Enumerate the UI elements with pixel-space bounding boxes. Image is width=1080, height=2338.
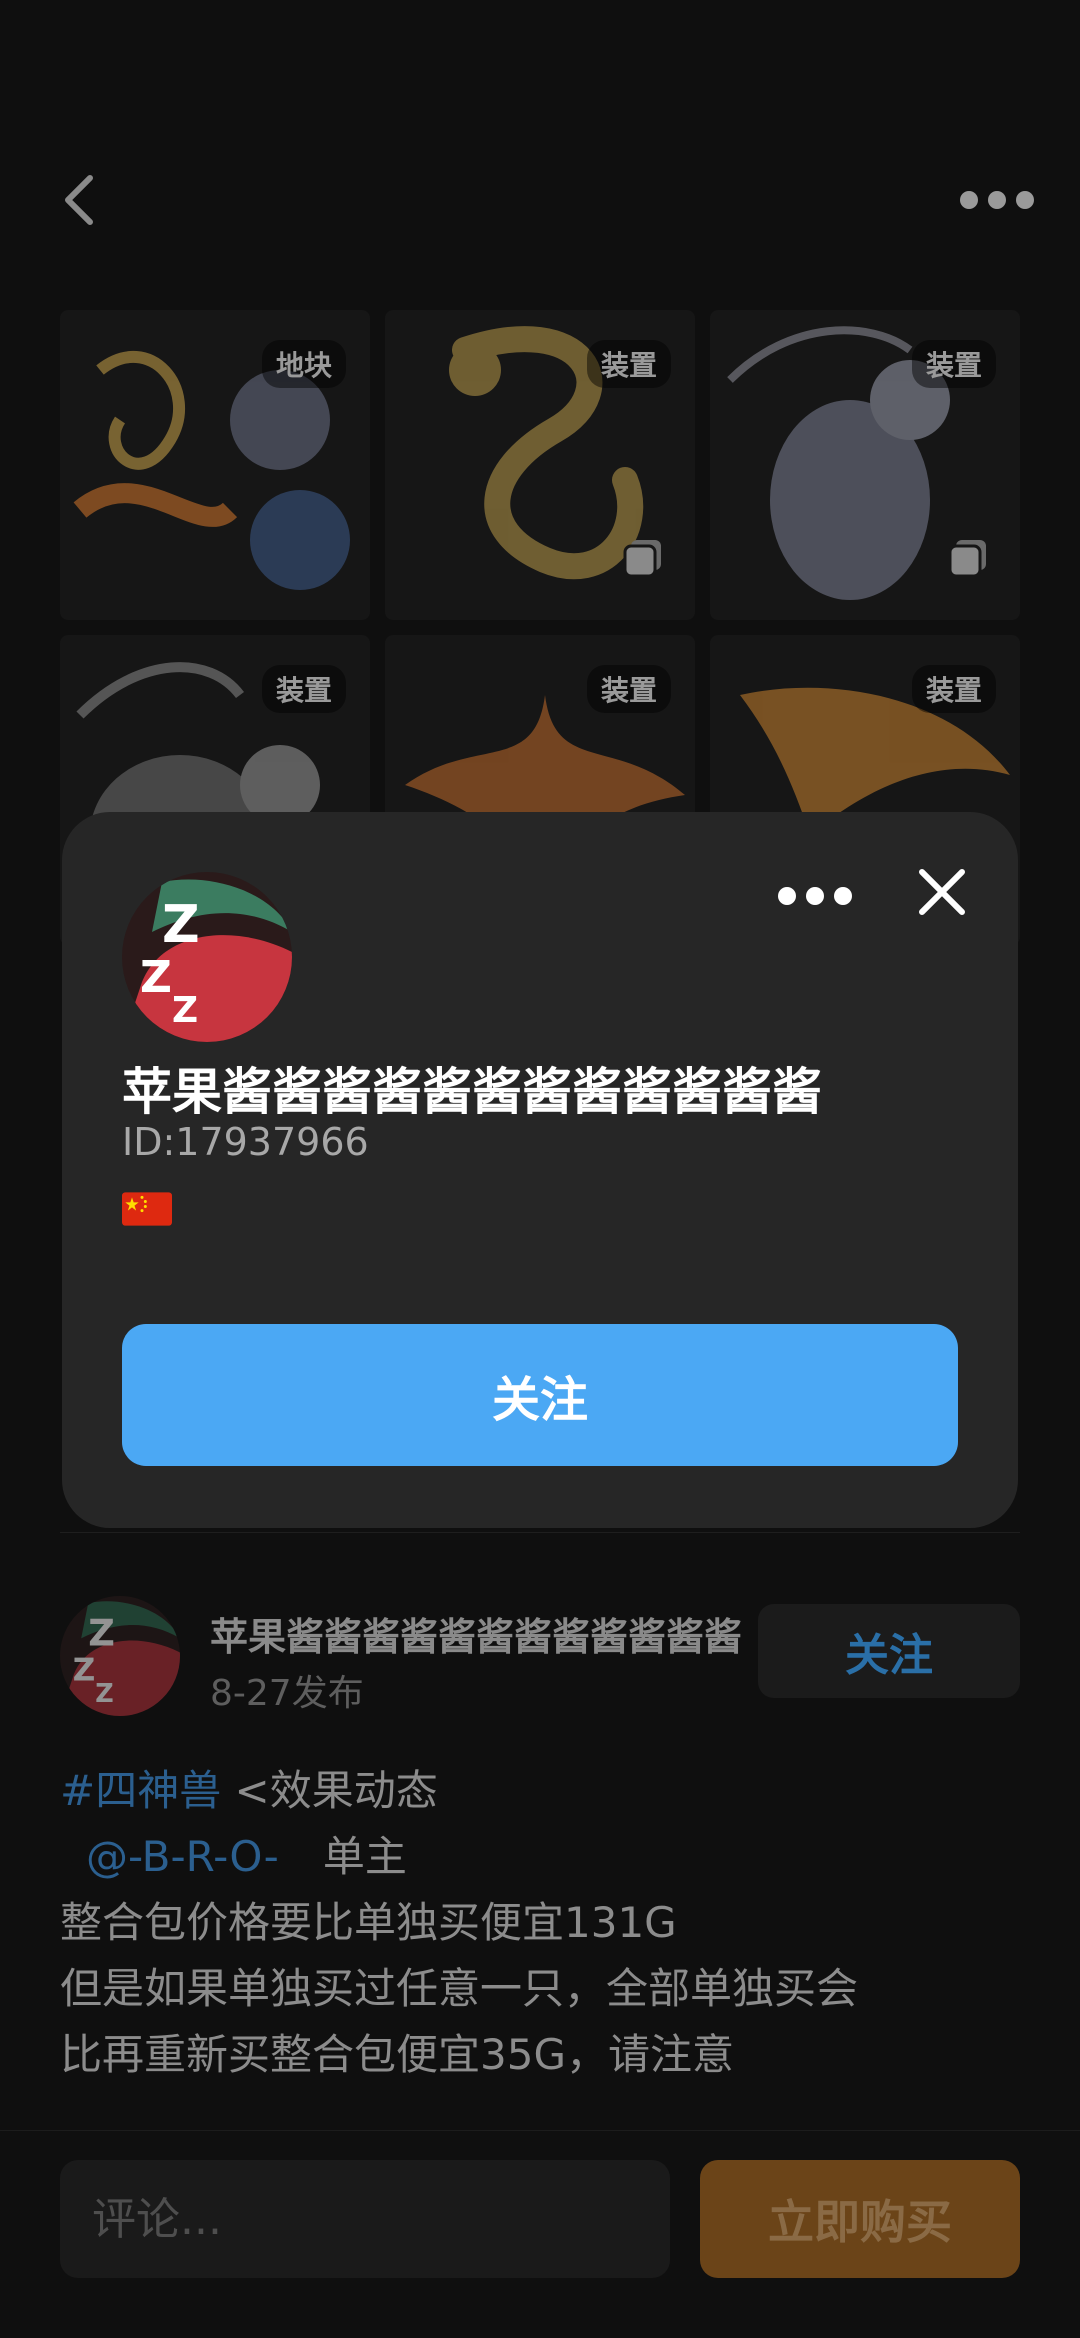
post-text: 单主 <box>322 1832 407 1881</box>
avatar[interactable]: Z Z Z <box>122 872 292 1042</box>
user-profile-card: Z Z Z 苹果酱酱酱酱酱酱酱酱酱酱酱酱 ID:17937966 关注 <box>62 812 1018 1528</box>
post-line: #四神兽 <效果动态 <box>60 1758 1020 1824</box>
svg-text:Z: Z <box>162 895 200 955</box>
tile-tag: 地块 <box>261 340 346 388</box>
post-body: #四神兽 <效果动态 @-B-R-O- 单主 整合包价格要比单独买便宜131G 但… <box>60 1758 1020 2088</box>
tile-tag: 装置 <box>261 665 346 713</box>
grid-tile[interactable]: 地块 <box>60 310 370 620</box>
post-text: <效果动态 <box>221 1766 438 1815</box>
china-flag-icon <box>122 1192 172 1226</box>
divider <box>0 2130 1080 2131</box>
post-line: @-B-R-O- 单主 <box>60 1824 1020 1890</box>
svg-text:Z: Z <box>73 1653 96 1689</box>
divider <box>60 1532 1020 1533</box>
user-name: 苹果酱酱酱酱酱酱酱酱酱酱酱酱 <box>122 1063 822 1121</box>
post-line: 比再重新买整合包便宜35G，请注意 <box>60 2030 734 2079</box>
grid-tile[interactable]: 装置 <box>710 310 1020 620</box>
avatar[interactable]: Z Z Z <box>60 1596 180 1716</box>
tile-tag: 装置 <box>586 665 671 713</box>
user-id: ID:17937966 <box>122 1120 369 1164</box>
more-icon[interactable] <box>778 884 854 908</box>
svg-text:Z: Z <box>172 990 198 1031</box>
tile-tag: 装置 <box>586 340 671 388</box>
buy-now-button[interactable]: 立即购买 <box>700 2160 1020 2278</box>
author-name[interactable]: 苹果酱酱酱酱酱酱酱酱酱酱酱酱 <box>210 1606 770 1661</box>
top-bar <box>0 150 1080 250</box>
tile-tag: 装置 <box>911 340 996 388</box>
svg-text:Z: Z <box>88 1611 115 1654</box>
svg-text:Z: Z <box>140 952 172 1003</box>
follow-button[interactable]: 关注 <box>758 1604 1020 1698</box>
collection-icon <box>623 540 661 578</box>
grid-tile[interactable]: 装置 <box>385 310 695 620</box>
comment-input[interactable] <box>60 2160 670 2278</box>
page: 地块 装置 装置 装置 装置 装置 Z Z Z 苹果酱酱酱酱酱酱酱酱酱酱酱酱 8… <box>0 0 1080 2338</box>
post-line: 整合包价格要比单独买便宜131G <box>60 1898 677 1947</box>
mention-link[interactable]: @-B-R-O- <box>86 1832 279 1881</box>
svg-text:Z: Z <box>95 1678 113 1708</box>
tile-tag: 装置 <box>911 665 996 713</box>
more-icon[interactable] <box>960 185 1040 215</box>
author-row: Z Z Z 苹果酱酱酱酱酱酱酱酱酱酱酱酱 8-27发布 关注 <box>60 1596 1020 1716</box>
collection-icon <box>948 540 986 578</box>
close-icon[interactable] <box>914 864 970 920</box>
back-icon[interactable] <box>52 170 112 230</box>
post-line: 但是如果单独买过任意一只，全部单独买会 <box>60 1964 859 2013</box>
post-date: 8-27发布 <box>210 1673 364 1714</box>
hashtag-link[interactable]: #四神兽 <box>60 1766 221 1815</box>
follow-button[interactable]: 关注 <box>122 1324 958 1466</box>
